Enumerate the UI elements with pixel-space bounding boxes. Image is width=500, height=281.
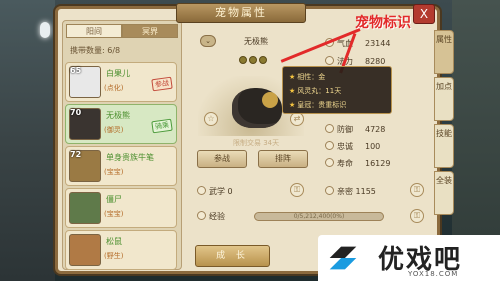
stat-row: 防御 4728 bbox=[325, 124, 385, 135]
close-button[interactable]: X bbox=[413, 4, 435, 24]
pet-kind: (宝宝) bbox=[104, 168, 124, 176]
stat-icon bbox=[325, 141, 334, 150]
window-title: 宠物属性 bbox=[176, 3, 306, 23]
pet-avatar bbox=[69, 234, 101, 266]
exp-bar: 0/5,212,400(0%) bbox=[254, 212, 384, 221]
stat-icon bbox=[325, 158, 334, 167]
pet-list-item[interactable]: 72 单身贵族牛笔 (宝宝) bbox=[65, 146, 177, 186]
logo-url: YOX18.COM bbox=[408, 270, 459, 278]
trade-limit: 限制交易 34天 bbox=[233, 139, 280, 147]
pet-name: 无极熊 bbox=[106, 111, 130, 120]
stat-icon bbox=[325, 56, 334, 65]
pet-level: 72 bbox=[70, 150, 82, 159]
lantern-icon bbox=[40, 22, 50, 38]
qinmi-icon bbox=[325, 186, 334, 195]
pet-level: 65 bbox=[70, 66, 82, 75]
tab-equip[interactable]: 全装 bbox=[434, 171, 454, 215]
pet-list-item[interactable]: 松鼠 (野生) bbox=[65, 230, 177, 270]
carry-label: 携带数量: bbox=[70, 46, 105, 55]
sort-button[interactable]: 排阵 bbox=[258, 150, 308, 168]
pet-name: 僵尸 bbox=[106, 195, 122, 204]
tab-skills[interactable]: 技能 bbox=[434, 124, 454, 168]
tooltip-line: ★ 皇冠：贵重标识 bbox=[289, 101, 347, 109]
carry-count: 携带数量: 6/8 bbox=[70, 45, 120, 56]
pet-name: 白果儿 bbox=[106, 69, 130, 78]
star-icon: ★ bbox=[289, 101, 296, 109]
annotation-label: 宠物标识 bbox=[355, 15, 411, 31]
pet-kind: (野生) bbox=[104, 252, 124, 260]
exp-label-row: 经验 bbox=[197, 211, 225, 222]
pet-kind: (御灵) bbox=[104, 126, 124, 134]
star-icon: ★ bbox=[289, 73, 296, 81]
star-icon: ★ bbox=[289, 87, 296, 95]
tab-points[interactable]: 加点 bbox=[434, 77, 454, 121]
watermark-logo: 优戏吧 YOX18.COM bbox=[318, 235, 500, 281]
stat-row: 寿命 16129 bbox=[325, 158, 390, 169]
pet-mark-tooltip: ★ 相性：金 ★ 风灵丸：11天 ★ 皇冠：贵重标识 bbox=[282, 66, 392, 114]
wuxue-add-icon[interactable]: ⚿ bbox=[290, 183, 304, 197]
swap-icon[interactable]: ⇄ bbox=[290, 112, 304, 126]
pet-level: 70 bbox=[70, 108, 82, 117]
star-icon[interactable]: ☆ bbox=[204, 112, 218, 126]
pet-list-item[interactable]: 僵尸 (宝宝) bbox=[65, 188, 177, 228]
tooltip-line: ★ 相性：金 bbox=[289, 73, 326, 81]
carry-value: 6/8 bbox=[107, 46, 121, 55]
pet-kind: (宝宝) bbox=[104, 210, 124, 218]
mark-icon[interactable] bbox=[249, 56, 257, 64]
pet-list-item-selected[interactable]: 70 无极熊 (御灵) 骑乘 bbox=[65, 104, 177, 144]
tab-mingjie[interactable]: 冥界 bbox=[122, 24, 178, 38]
pet-kind: (点化) bbox=[104, 84, 124, 92]
chevron-down-icon[interactable]: ⌄ bbox=[200, 35, 216, 47]
qinmi-add-icon[interactable]: ⚿ bbox=[410, 183, 424, 197]
pet-avatar bbox=[69, 192, 101, 224]
pet-badge: 骑乘 bbox=[151, 118, 173, 134]
mark-icon[interactable] bbox=[259, 56, 267, 64]
tooltip-line: ★ 风灵丸：11天 bbox=[289, 87, 342, 95]
mark-icon[interactable] bbox=[239, 56, 247, 64]
qinmi-row: 亲密 1155 bbox=[325, 186, 376, 197]
pet-model-head bbox=[262, 92, 278, 108]
tab-yangjian[interactable]: 阳间 bbox=[66, 24, 122, 38]
tab-attributes[interactable]: 属性 bbox=[434, 30, 454, 74]
pet-name: 单身贵族牛笔 bbox=[106, 153, 154, 162]
grow-button[interactable]: 成 长 bbox=[195, 245, 270, 267]
realm-tabs: 阳间 冥界 bbox=[66, 24, 178, 38]
pet-mark-icons[interactable] bbox=[239, 56, 267, 64]
fight-button[interactable]: 参战 bbox=[197, 150, 247, 168]
side-tabs: 属性 加点 技能 全装 bbox=[434, 30, 454, 218]
pet-name: 松鼠 bbox=[106, 237, 122, 246]
pet-detail-name: 无极熊 bbox=[244, 37, 268, 46]
exp-icon bbox=[197, 211, 206, 220]
logo-mark-icon bbox=[329, 246, 357, 270]
exp-add-icon[interactable]: ⚿ bbox=[410, 209, 424, 223]
wuxue-row: 武学 0 bbox=[197, 186, 233, 197]
stat-row: 忠诚 100 bbox=[325, 141, 380, 152]
wuxue-icon bbox=[197, 186, 206, 195]
scene-left bbox=[0, 0, 55, 281]
stat-icon bbox=[325, 124, 334, 133]
pet-list-item[interactable]: 65 白果儿 (点化) 参战 bbox=[65, 62, 177, 102]
pet-badge: 参战 bbox=[151, 76, 173, 92]
